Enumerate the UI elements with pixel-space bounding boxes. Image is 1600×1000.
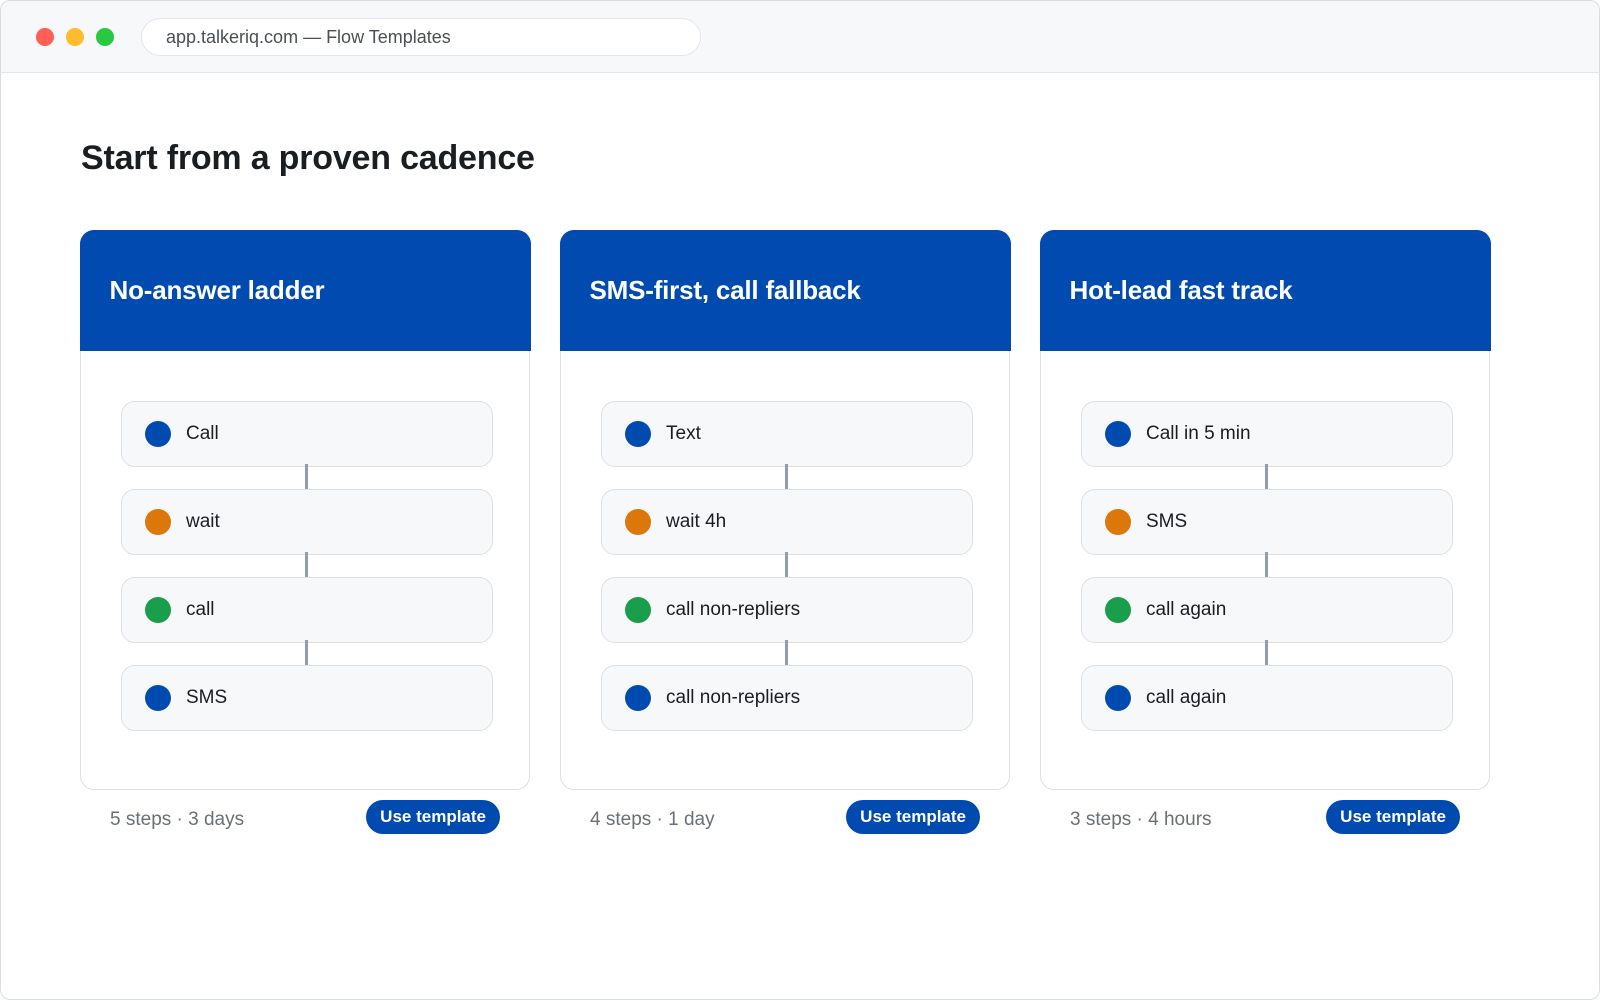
- step-status-dot-icon: [1105, 597, 1131, 623]
- step-label: call non-repliers: [666, 599, 801, 620]
- use-template-button[interactable]: Use template: [1326, 800, 1460, 834]
- step-label: Call in 5 min: [1146, 423, 1251, 444]
- main-content: Start from a proven cadence No-answer la…: [1, 73, 1599, 999]
- step-connector: [305, 552, 308, 577]
- step-status-dot-icon: [1105, 509, 1131, 535]
- flow-step: SMS: [1081, 489, 1453, 555]
- minimize-window-icon[interactable]: [66, 28, 84, 46]
- flow-step: Call in 5 min: [1081, 401, 1453, 467]
- step-status-dot-icon: [145, 421, 171, 447]
- step-connector: [785, 640, 788, 665]
- browser-window: app.talkeriq.com — Flow Templates Start …: [0, 0, 1600, 1000]
- step-status-dot-icon: [1105, 421, 1131, 447]
- card-header: Hot-lead fast track: [1039, 229, 1491, 351]
- card-header: No-answer ladder: [79, 229, 531, 351]
- card-footer: 4 steps · 1 day Use template: [560, 800, 1010, 840]
- step-status-dot-icon: [625, 509, 651, 535]
- card-footer: 5 steps · 3 days Use template: [80, 800, 530, 840]
- use-template-button[interactable]: Use template: [846, 800, 980, 834]
- step-label: call again: [1146, 599, 1227, 620]
- card-header: SMS-first, call fallback: [559, 229, 1011, 351]
- step-status-dot-icon: [145, 509, 171, 535]
- step-connector: [785, 464, 788, 489]
- step-label: SMS: [186, 687, 228, 708]
- use-template-button[interactable]: Use template: [366, 800, 500, 834]
- step-label: call again: [1146, 687, 1227, 708]
- template-meta: 4 steps · 1 day: [590, 809, 715, 830]
- step-status-dot-icon: [1105, 685, 1131, 711]
- card-title: SMS-first, call fallback: [589, 274, 861, 305]
- template-card: No-answer ladder Call wait call SMS: [79, 229, 531, 790]
- step-connector: [1265, 464, 1268, 489]
- card-footer: 3 steps · 4 hours Use template: [1040, 800, 1490, 840]
- template-card: SMS-first, call fallback Text wait 4h ca…: [559, 229, 1011, 790]
- step-label: call non-repliers: [666, 687, 801, 708]
- step-label: wait 4h: [666, 511, 727, 532]
- flow-step: call again: [1081, 577, 1453, 643]
- step-connector: [1265, 640, 1268, 665]
- address-bar[interactable]: app.talkeriq.com — Flow Templates: [141, 18, 701, 56]
- card-title: No-answer ladder: [109, 274, 325, 305]
- step-label: wait: [186, 511, 220, 532]
- page-title: Start from a proven cadence: [81, 139, 535, 177]
- step-status-dot-icon: [625, 597, 651, 623]
- card-title: Hot-lead fast track: [1069, 274, 1293, 305]
- title-bar: app.talkeriq.com — Flow Templates: [1, 1, 1599, 73]
- flow-step: call non-repliers: [601, 577, 973, 643]
- step-connector: [1265, 552, 1268, 577]
- step-status-dot-icon: [145, 685, 171, 711]
- template-card: Hot-lead fast track Call in 5 min SMS ca…: [1039, 229, 1491, 790]
- template-meta: 3 steps · 4 hours: [1070, 809, 1212, 830]
- flow-step: SMS: [121, 665, 493, 731]
- flow-step: Call: [121, 401, 493, 467]
- flow-step: call non-repliers: [601, 665, 973, 731]
- step-status-dot-icon: [625, 685, 651, 711]
- step-status-dot-icon: [625, 421, 651, 447]
- close-window-icon[interactable]: [36, 28, 54, 46]
- step-connector: [305, 464, 308, 489]
- flow-step: Text: [601, 401, 973, 467]
- template-meta: 5 steps · 3 days: [110, 809, 245, 830]
- step-label: Text: [666, 423, 701, 444]
- flow-step: call: [121, 577, 493, 643]
- step-label: Call: [186, 423, 219, 444]
- flow-step: call again: [1081, 665, 1453, 731]
- maximize-window-icon[interactable]: [96, 28, 114, 46]
- flow-step: wait: [121, 489, 493, 555]
- flow-step: wait 4h: [601, 489, 973, 555]
- step-label: SMS: [1146, 511, 1188, 532]
- step-status-dot-icon: [145, 597, 171, 623]
- step-connector: [305, 640, 308, 665]
- step-label: call: [186, 599, 215, 620]
- step-connector: [785, 552, 788, 577]
